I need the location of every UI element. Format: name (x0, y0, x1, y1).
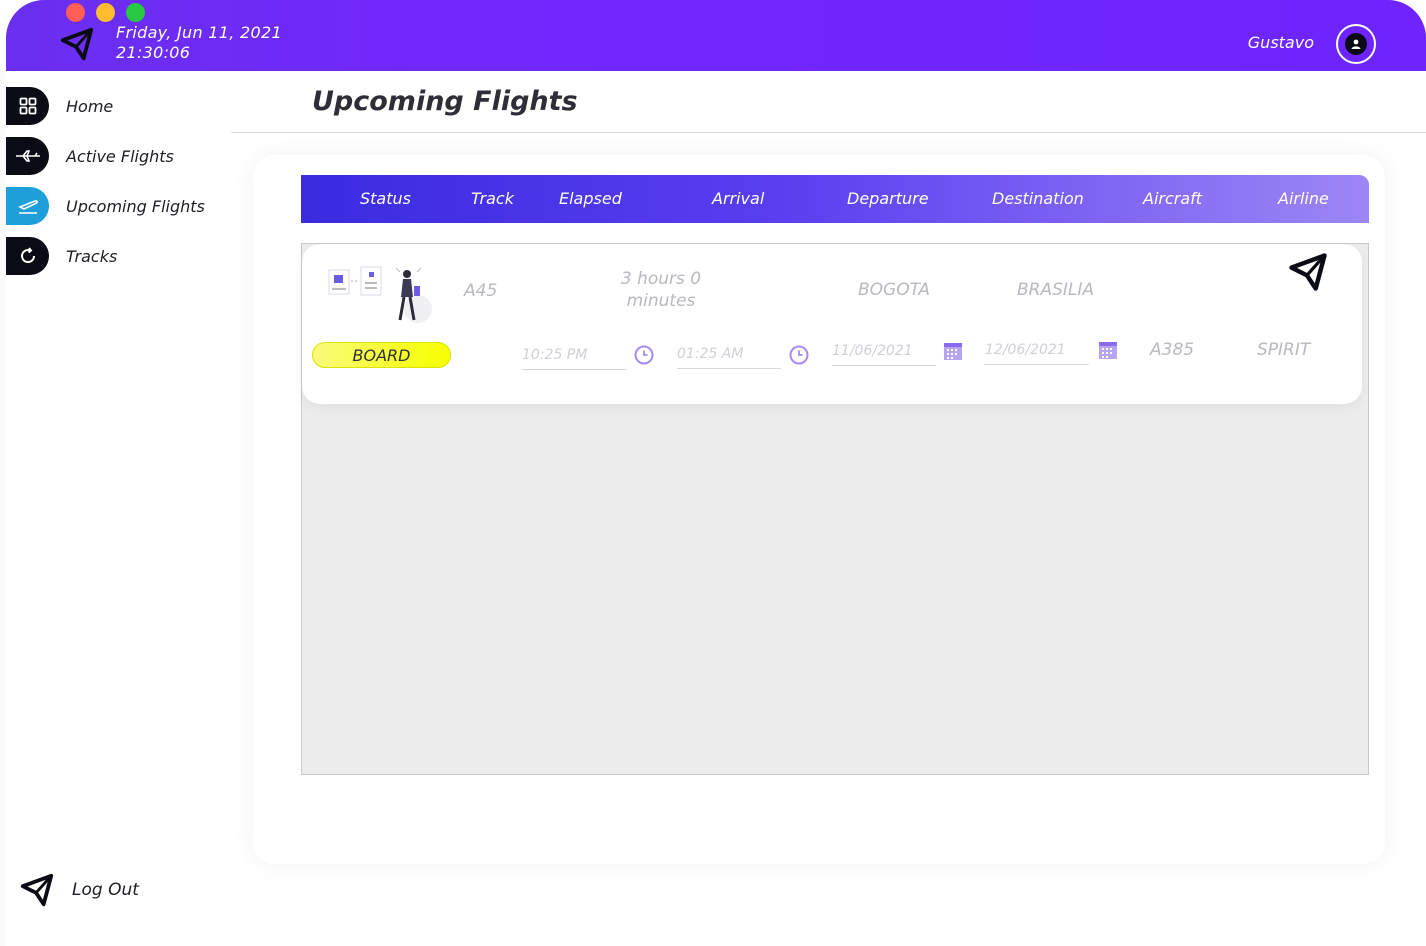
origin-value: BOGOTA (858, 280, 931, 300)
sidebar: Home Active Flights Upcoming Flights Tra… (6, 71, 231, 946)
sidebar-item-tracks[interactable]: Tracks (6, 237, 231, 275)
refresh-icon (6, 237, 49, 275)
sidebar-item-label: Upcoming Flights (66, 196, 205, 216)
table-row[interactable] (302, 244, 1362, 404)
user-icon (1345, 33, 1367, 55)
aircraft-value: A385 (1150, 340, 1195, 360)
boarding-illustration-icon (328, 266, 432, 323)
app-window: Friday, Jun 11, 2021 21:30:06 Gustavo Ho… (0, 0, 1426, 946)
user-avatar-button[interactable] (1336, 24, 1376, 64)
app-logo-icon (60, 27, 94, 61)
window-maximize-button[interactable] (126, 3, 145, 22)
sidebar-item-label: Home (66, 96, 114, 116)
page-title: Upcoming Flights (312, 86, 578, 117)
column-header-elapsed: Elapsed (559, 189, 622, 208)
calendar-icon[interactable] (942, 340, 964, 362)
column-header-destination: Destination (992, 189, 1084, 208)
airline-logo-icon (1289, 253, 1327, 291)
calendar-icon[interactable] (1097, 339, 1119, 361)
current-time: 21:30:06 (116, 43, 191, 62)
table-header: Status Track Elapsed Arrival Departure D… (301, 175, 1369, 223)
column-header-aircraft: Aircraft (1143, 189, 1203, 208)
column-header-track: Track (471, 189, 514, 208)
departure-time-field[interactable]: 01:25 AM (677, 343, 781, 369)
track-value: A45 (464, 281, 498, 301)
header-datetime: Friday, Jun 11, 2021 21:30:06 (116, 23, 282, 63)
sidebar-item-home[interactable]: Home (6, 87, 231, 125)
plane-icon (6, 137, 49, 175)
title-divider (231, 132, 1426, 133)
plane-takeoff-icon (6, 187, 49, 225)
column-header-departure: Departure (847, 189, 929, 208)
logout-button[interactable]: Log Out (18, 871, 139, 909)
departure-date-field[interactable]: 12/06/2021 (985, 339, 1089, 365)
airline-value: SPIRIT (1257, 340, 1311, 360)
current-date: Friday, Jun 11, 2021 (116, 23, 282, 42)
top-header: Friday, Jun 11, 2021 21:30:06 Gustavo (6, 0, 1426, 71)
clock-icon[interactable] (633, 344, 655, 366)
arrival-time-field[interactable]: 10:25 PM (522, 344, 626, 370)
sidebar-item-active-flights[interactable]: Active Flights (6, 137, 231, 175)
user-name: Gustavo (1247, 33, 1314, 52)
column-header-arrival: Arrival (712, 189, 765, 208)
sidebar-item-upcoming-flights[interactable]: Upcoming Flights (6, 187, 231, 225)
column-header-airline: Airline (1278, 189, 1329, 208)
sidebar-item-label: Tracks (66, 246, 118, 266)
logout-logo-icon (20, 873, 54, 907)
column-header-status: Status (360, 189, 411, 208)
sidebar-item-label: Active Flights (66, 146, 174, 166)
logout-label: Log Out (72, 880, 139, 900)
elapsed-value: 3 hours 0 minutes (620, 269, 702, 311)
grid-icon (6, 87, 49, 125)
destination-value: BRASILIA (1017, 280, 1095, 300)
window-minimize-button[interactable] (96, 3, 115, 22)
arrival-date-field[interactable]: 11/06/2021 (832, 340, 936, 366)
window-close-button[interactable] (66, 3, 85, 22)
clock-icon[interactable] (788, 344, 810, 366)
status-badge[interactable]: BOARD (312, 342, 451, 368)
